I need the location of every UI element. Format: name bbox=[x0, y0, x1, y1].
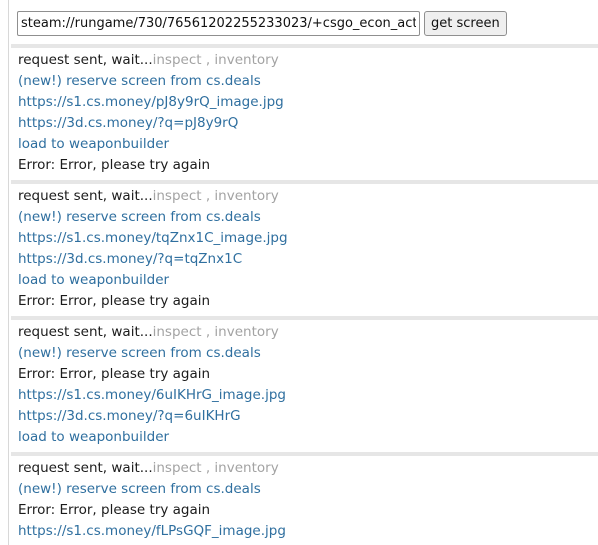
result-block: request sent, wait...inspect , inventory… bbox=[11, 316, 598, 452]
left-border bbox=[8, 0, 9, 545]
status-extra-text: inspect , inventory bbox=[152, 324, 279, 340]
result-link[interactable]: (new!) reserve screen from cs.deals bbox=[18, 343, 598, 364]
results-list: request sent, wait...inspect , inventory… bbox=[11, 44, 598, 545]
result-link[interactable]: (new!) reserve screen from cs.deals bbox=[18, 479, 598, 500]
status-extra-text: inspect , inventory bbox=[152, 188, 279, 204]
result-block: request sent, wait...inspect , inventory… bbox=[11, 452, 598, 545]
status-line: request sent, wait...inspect , inventory bbox=[18, 322, 598, 343]
result-block: request sent, wait...inspect , inventory… bbox=[11, 180, 598, 316]
status-extra-text: inspect , inventory bbox=[152, 52, 279, 68]
error-message: Error: Error, please try again bbox=[18, 293, 211, 309]
result-link[interactable]: load to weaponbuilder bbox=[18, 427, 598, 448]
error-message: Error: Error, please try again bbox=[18, 157, 211, 173]
toolbar: get screen bbox=[17, 10, 507, 37]
status-text: request sent, wait... bbox=[18, 460, 153, 476]
result-link[interactable]: https://s1.cs.money/pJ8y9rQ_image.jpg bbox=[18, 92, 598, 113]
status-line: request sent, wait...inspect , inventory bbox=[18, 50, 598, 71]
error-message: Error: Error, please try again bbox=[18, 502, 211, 518]
status-text: request sent, wait... bbox=[18, 52, 153, 68]
result-link[interactable]: (new!) reserve screen from cs.deals bbox=[18, 207, 598, 228]
result-link[interactable]: https://s1.cs.money/tqZnx1C_image.jpg bbox=[18, 228, 598, 249]
get-screen-button[interactable]: get screen bbox=[424, 11, 507, 36]
status-text: request sent, wait... bbox=[18, 324, 153, 340]
steam-link-input[interactable] bbox=[17, 11, 420, 36]
result-link[interactable]: load to weaponbuilder bbox=[18, 134, 598, 155]
result-link[interactable]: load to weaponbuilder bbox=[18, 270, 598, 291]
status-text: request sent, wait... bbox=[18, 188, 153, 204]
result-link[interactable]: https://s1.cs.money/6uIKHrG_image.jpg bbox=[18, 385, 598, 406]
status-line: request sent, wait...inspect , inventory bbox=[18, 186, 598, 207]
error-message: Error: Error, please try again bbox=[18, 366, 211, 382]
result-link[interactable]: https://3d.cs.money/?q=6uIKHrG bbox=[18, 406, 598, 427]
status-line: request sent, wait...inspect , inventory bbox=[18, 458, 598, 479]
result-link[interactable]: https://s1.cs.money/fLPsGQF_image.jpg bbox=[18, 521, 598, 542]
result-link[interactable]: https://3d.cs.money/?q=pJ8y9rQ bbox=[18, 113, 598, 134]
status-extra-text: inspect , inventory bbox=[152, 460, 279, 476]
result-block: request sent, wait...inspect , inventory… bbox=[11, 44, 598, 180]
result-link[interactable]: (new!) reserve screen from cs.deals bbox=[18, 71, 598, 92]
page: get screen request sent, wait...inspect … bbox=[0, 0, 598, 545]
result-link[interactable]: https://3d.cs.money/?q=tqZnx1C bbox=[18, 249, 598, 270]
